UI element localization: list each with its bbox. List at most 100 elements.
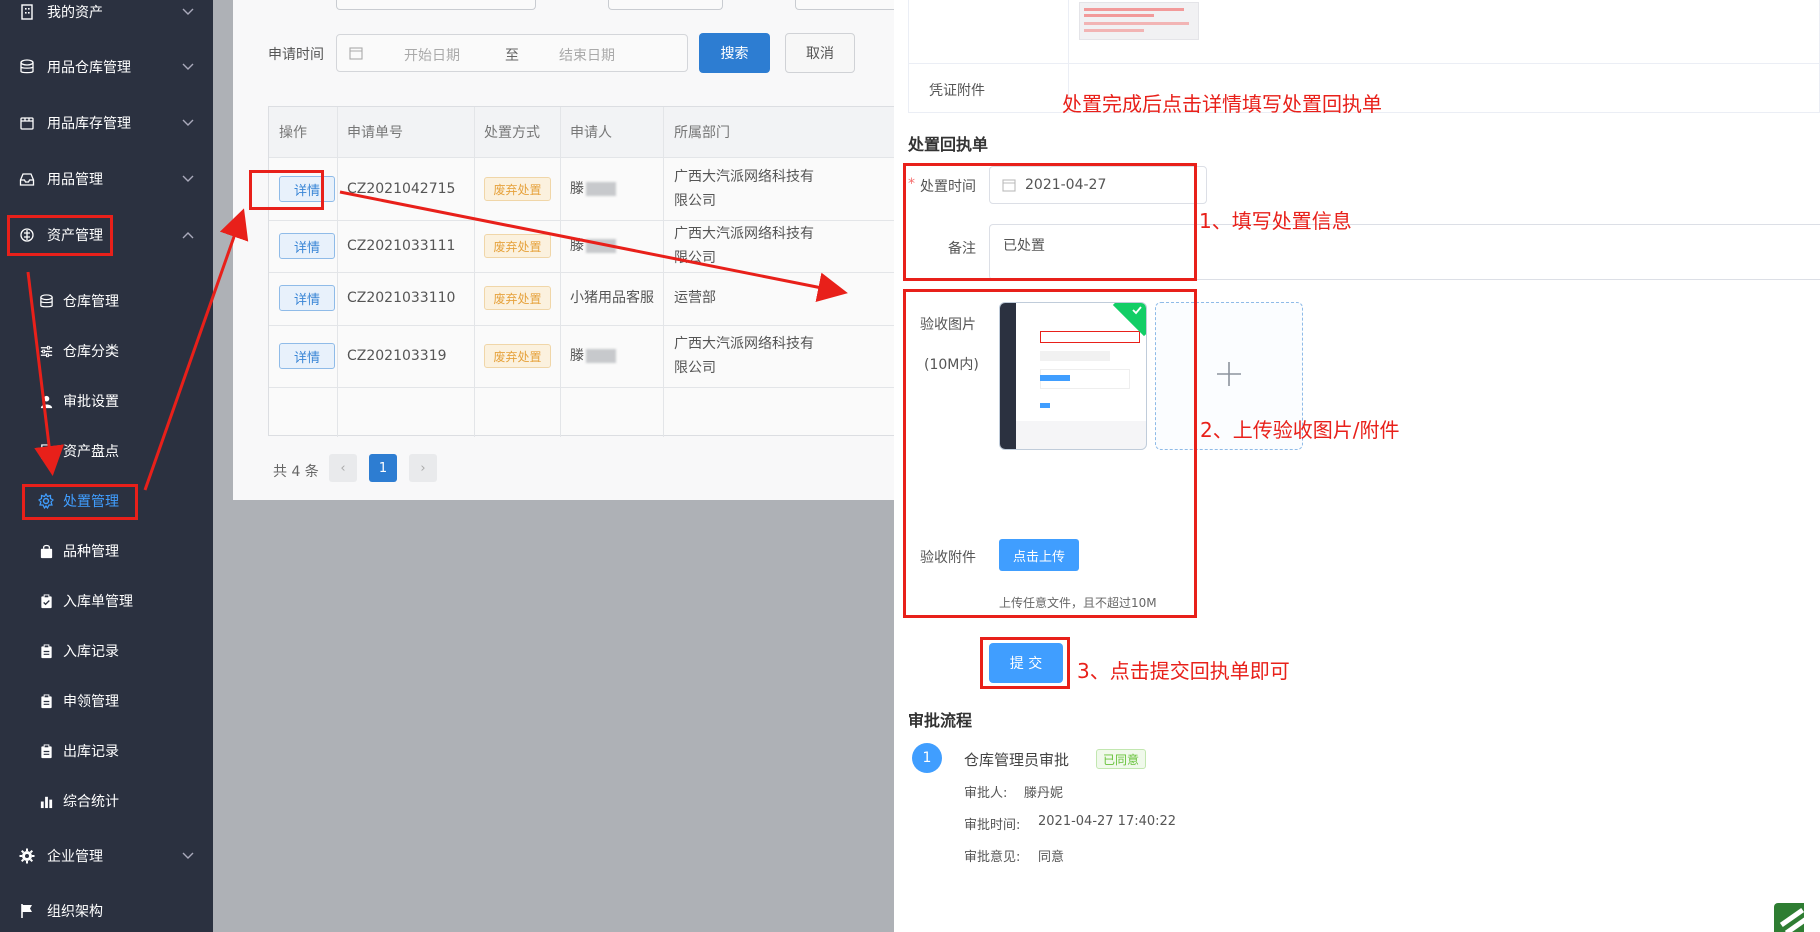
sidebar-subitem-requisition[interactable]: 申领管理: [24, 683, 213, 719]
sidebar: 我的资产 用品仓库管理 用品库存管理 用品管理 资产管理 仓库管理 仓库分类 审…: [0, 0, 213, 932]
date-range-picker[interactable]: 开始日期 至 结束日期: [336, 34, 688, 72]
highlight-box-step1: [903, 163, 1197, 281]
sidebar-subitem-label: 仓库管理: [63, 294, 119, 310]
sidebar-item-supply-warehouse[interactable]: 用品仓库管理: [0, 47, 213, 87]
department: 广西大汽派网络科技有限公司: [674, 169, 814, 209]
approval-time-value: 2021-04-27 17:40:22: [1038, 814, 1177, 829]
sidebar-subitem-label: 申领管理: [63, 694, 119, 710]
date-separator: 至: [505, 48, 519, 64]
header-action: 操作: [279, 125, 307, 141]
method-tag: 废弃处置: [484, 286, 551, 310]
user-icon: [38, 393, 54, 409]
highlight-box-step3: [980, 637, 1070, 689]
method-tag: 废弃处置: [484, 177, 551, 201]
sidebar-item-enterprise[interactable]: 企业管理: [0, 836, 213, 876]
method-tag: 废弃处置: [484, 344, 551, 368]
sidebar-item-my-assets[interactable]: 我的资产: [0, 0, 213, 32]
filter-field-stub: [795, 0, 894, 10]
sidebar-subitem-inbound-records[interactable]: 入库记录: [24, 633, 213, 669]
sidebar-item-supplies[interactable]: 用品管理: [0, 159, 213, 199]
highlight-box-asset-management: [7, 215, 113, 256]
department: 运营部: [674, 290, 716, 306]
sidebar-item-supply-stock[interactable]: 用品库存管理: [0, 103, 213, 143]
sidebar-item-label: 用品库存管理: [47, 116, 131, 132]
chevron-down-icon: [182, 117, 194, 129]
sidebar-subitem-label: 入库单管理: [63, 594, 133, 610]
approver-value: 滕丹妮: [1024, 786, 1064, 801]
sidebar-subitem-inbound-order[interactable]: 入库单管理: [24, 583, 213, 619]
voucher-label: 凭证附件: [929, 83, 985, 99]
disposal-table: 操作 申请单号 处置方式 申请人 所属部门 详情 CZ2021042715 废弃…: [268, 106, 894, 437]
annotation-step3: 3、点击提交回执单即可: [1077, 659, 1290, 683]
pagination-prev-button[interactable]: ‹: [329, 454, 357, 482]
annotation-top: 处置完成后点击详情填写处置回执单: [1062, 92, 1382, 116]
bag-icon: [38, 543, 54, 559]
receipt-section-title: 处置回执单: [908, 135, 989, 154]
sidebar-subitem-asset-inventory[interactable]: 资产盘点: [24, 433, 213, 469]
order-no: CZ2021033111: [347, 238, 456, 254]
filter-field-stub: [336, 0, 536, 10]
header-order-no: 申请单号: [347, 125, 403, 141]
sidebar-item-label: 用品管理: [47, 172, 103, 188]
sidebar-subitem-label: 综合统计: [63, 794, 119, 810]
sidebar-subitem-label: 仓库分类: [63, 344, 119, 360]
calendar-icon: [349, 46, 363, 64]
annotation-step2: 2、上传验收图片/附件: [1200, 418, 1400, 442]
sidebar-item-label: 我的资产: [47, 5, 103, 21]
pagination-total: 共 4 条: [273, 464, 319, 480]
sidebar-subitem-label: 出库记录: [63, 744, 119, 760]
main-content: 申请时间 开始日期 至 结束日期 搜索 取消 操作 申请单号 处置方式 申请人 …: [213, 0, 894, 932]
sidebar-subitem-approval-settings[interactable]: 审批设置: [24, 383, 213, 419]
document-icon: [38, 443, 54, 459]
method-tag: 废弃处置: [484, 234, 551, 258]
plus-icon: [1216, 361, 1242, 391]
chevron-down-icon: [182, 173, 194, 185]
applicant: 滕: [570, 344, 616, 368]
approval-opinion-value: 同意: [1038, 850, 1065, 865]
sidebar-subitem-warehouse-category[interactable]: 仓库分类: [24, 333, 213, 369]
sidebar-subitem-label: 资产盘点: [63, 444, 119, 460]
sidebar-subitem-outbound-records[interactable]: 出库记录: [24, 733, 213, 769]
flag-icon: [18, 902, 36, 920]
approval-flow-title: 审批流程: [908, 711, 973, 730]
sidebar-item-label: 企业管理: [47, 849, 103, 865]
sidebar-subitem-label: 审批设置: [63, 394, 119, 410]
sidebar-item-organization[interactable]: 组织架构: [0, 891, 213, 931]
detail-button[interactable]: 详情: [279, 343, 335, 369]
voucher-thumbnail[interactable]: [1079, 2, 1199, 40]
sidebar-subitem-warehouse[interactable]: 仓库管理: [24, 283, 213, 319]
end-date-input[interactable]: 结束日期: [559, 45, 615, 65]
applicant: 小猪用品客服: [570, 290, 654, 306]
sidebar-subitem-label: 品种管理: [63, 544, 119, 560]
sidebar-item-label: 用品仓库管理: [47, 60, 131, 76]
start-date-input[interactable]: 开始日期: [404, 45, 460, 65]
sidebar-subitem-variety-management[interactable]: 品种管理: [24, 533, 213, 569]
highlight-box-detail-button: [249, 170, 324, 210]
clipboard-check-icon: [38, 593, 54, 609]
clipboard-icon: [38, 743, 54, 759]
pagination-next-button[interactable]: ›: [409, 454, 437, 482]
bar-chart-icon: [38, 793, 54, 809]
detail-button[interactable]: 详情: [279, 233, 335, 259]
disposal-list-card: 申请时间 开始日期 至 结束日期 搜索 取消 操作 申请单号 处置方式 申请人 …: [233, 0, 894, 500]
sidebar-subitem-label: 入库记录: [63, 644, 119, 660]
pagination-page-1[interactable]: 1: [369, 454, 397, 482]
department: 广西大汽派网络科技有限公司: [674, 336, 814, 376]
annotation-step1: 1、填写处置信息: [1199, 209, 1352, 233]
sidebar-subitem-statistics[interactable]: 综合统计: [24, 783, 213, 819]
search-button[interactable]: 搜索: [699, 33, 770, 73]
step-number-badge: 1: [912, 743, 942, 773]
approval-status-badge: 已同意: [1096, 749, 1147, 769]
header-method: 处置方式: [484, 125, 540, 141]
approval-opinion-label: 审批意见:: [964, 850, 1021, 865]
building-icon: [18, 3, 36, 21]
approver-label: 审批人:: [964, 786, 1008, 801]
gear-icon: [18, 847, 36, 865]
order-no: CZ2021033110: [347, 290, 456, 306]
app-logo: [1774, 903, 1804, 932]
apply-time-label: 申请时间: [268, 47, 324, 63]
cancel-button[interactable]: 取消: [785, 33, 855, 73]
detail-button[interactable]: 详情: [279, 285, 335, 311]
applicant: 滕: [570, 234, 616, 258]
header-applicant: 申请人: [570, 125, 612, 141]
